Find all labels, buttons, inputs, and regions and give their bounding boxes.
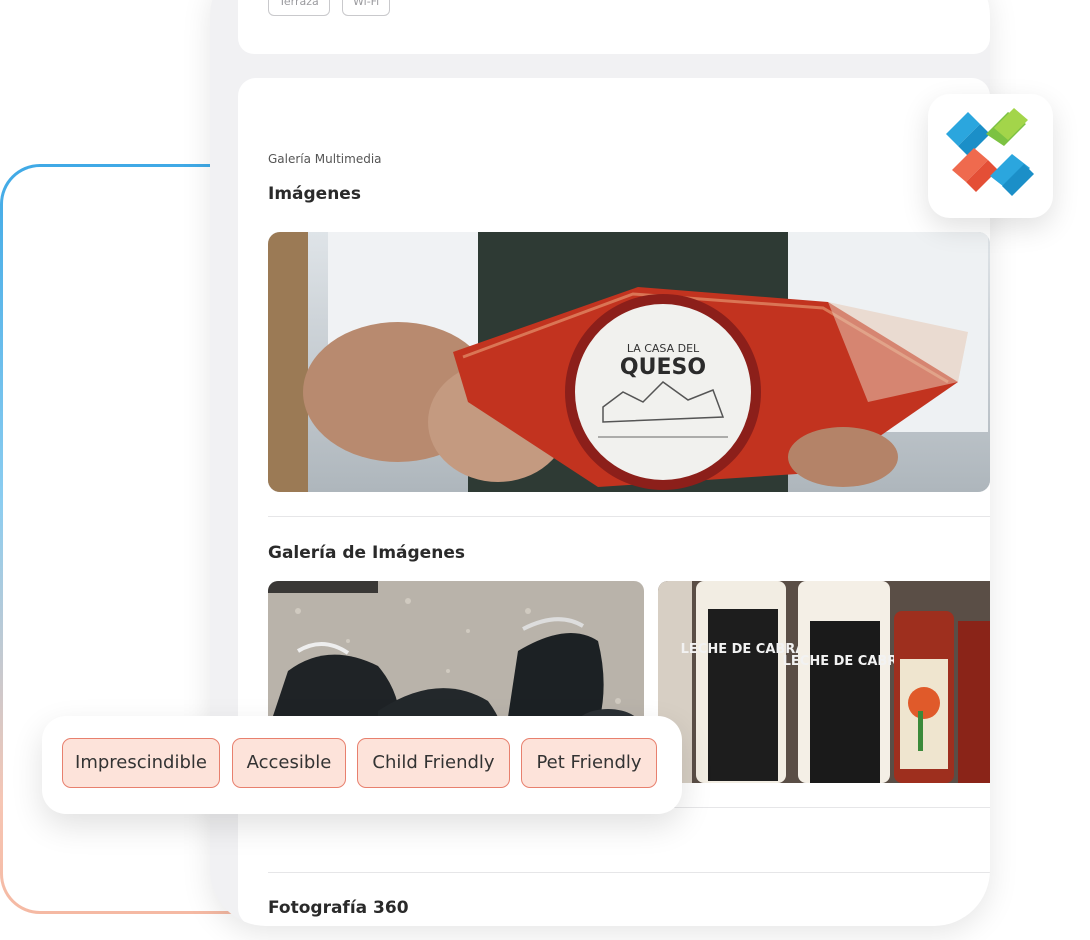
chip-wifi[interactable]: Wi-Fi xyxy=(342,0,391,16)
hero-illustration: LA CASA DEL QUESO xyxy=(268,232,990,492)
tag-child-friendly[interactable]: Child Friendly xyxy=(357,738,510,788)
bottles-illustration: LECHE DE CABRA LECHE DE CABRA xyxy=(658,581,990,783)
cheese-label-line1: LA CASA DEL xyxy=(627,342,700,355)
brand-logo-icon xyxy=(946,108,1034,196)
section-caption: Galería Multimedia xyxy=(268,152,382,166)
tags-panel: Imprescindible Accesible Child Friendly … xyxy=(42,716,682,814)
tag-imprescindible[interactable]: Imprescindible xyxy=(62,738,220,788)
hero-image[interactable]: LA CASA DEL QUESO xyxy=(268,232,990,492)
tag-pet-friendly[interactable]: Pet Friendly xyxy=(521,738,657,788)
amenities-card: Terraza Wi-Fi xyxy=(238,0,990,54)
divider-3 xyxy=(268,872,990,873)
tag-accesible[interactable]: Accesible xyxy=(232,738,346,788)
photo360-title: Fotografía 360 xyxy=(268,898,409,918)
chip-terraza[interactable]: Terraza xyxy=(268,0,330,16)
divider-1 xyxy=(268,516,990,517)
bottle-label-2: LECHE DE CABRA xyxy=(783,654,908,669)
cheese-label-line2: QUESO xyxy=(620,355,706,380)
gallery-title: Galería de Imágenes xyxy=(268,543,465,563)
images-title: Imágenes xyxy=(268,184,361,204)
gallery-thumb-bottles[interactable]: LECHE DE CABRA LECHE DE CABRA xyxy=(658,581,990,783)
brand-logo-badge xyxy=(928,94,1053,218)
